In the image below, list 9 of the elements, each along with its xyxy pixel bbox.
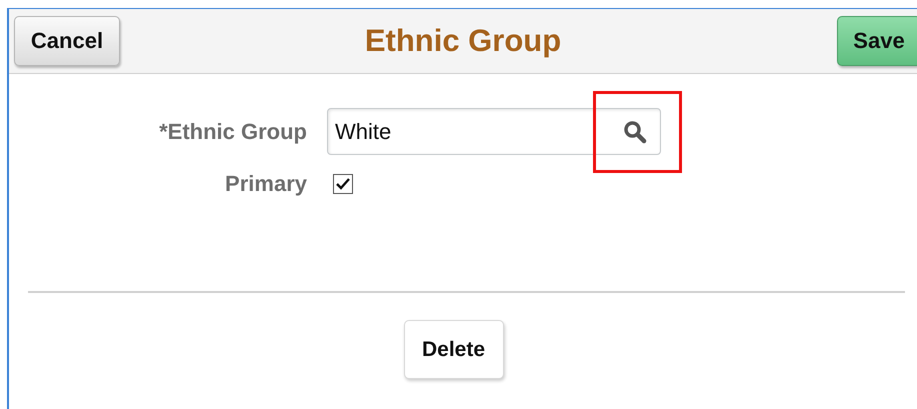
search-icon[interactable] xyxy=(622,118,648,144)
lookup-field[interactable]: White xyxy=(327,108,661,155)
save-button[interactable]: Save xyxy=(837,16,917,66)
page-title: Ethnic Group xyxy=(364,23,562,58)
delete-button[interactable]: Delete xyxy=(404,320,504,379)
checkbox[interactable] xyxy=(333,174,353,194)
cancel-button[interactable]: Cancel xyxy=(14,16,120,66)
field-label: Primary xyxy=(224,171,307,197)
field-label: *Ethnic Group xyxy=(158,118,307,144)
